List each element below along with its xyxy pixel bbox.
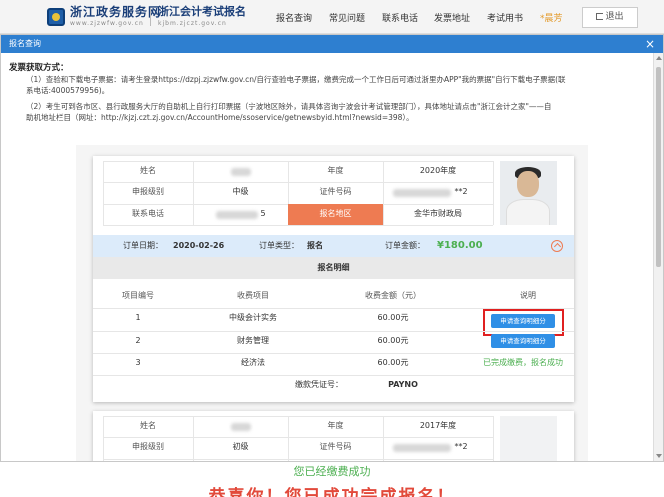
nav-registration-query[interactable]: 报名查询 — [276, 11, 312, 24]
grid-line — [493, 416, 494, 461]
invoice-instruction-1-line2: 系电话:4000579956)。 — [26, 86, 110, 95]
level-value: 初级 — [232, 442, 249, 451]
cert-label: 证件号码 — [319, 442, 352, 451]
cert-label: 证件号码 — [319, 187, 352, 196]
year-value: 2017年度 — [419, 421, 457, 430]
nav-exam-books[interactable]: 考试用书 — [487, 11, 523, 24]
site-title: 浙江政务服务网 — [70, 5, 162, 19]
name-value-redacted — [231, 423, 251, 431]
col-header-item-no: 项目编号 — [122, 291, 154, 300]
voucher-label: 缴款凭证号： — [295, 380, 343, 389]
site-title: 浙江会计考试报名 — [158, 5, 246, 18]
row-status-success: 已完成缴费，报名成功 — [483, 358, 563, 367]
phone-label: 联系电话 — [132, 209, 164, 218]
year-label: 年度 — [327, 166, 344, 175]
logout-icon — [596, 13, 604, 20]
invoice-section-title: 发票获取方式： — [9, 63, 69, 73]
col-header-item: 收费项目 — [237, 291, 269, 300]
payment-success-text: 您已经缴费成功 — [293, 465, 371, 478]
year-label: 年度 — [327, 421, 344, 430]
registration-success-text: 恭喜你！您已成功完成报名！ — [208, 487, 456, 497]
logout-button[interactable]: 退出 — [582, 7, 638, 28]
area-label: 报名地区 — [288, 204, 383, 225]
apply-query-score-button[interactable]: 申请查询明细分 — [491, 334, 555, 348]
site-url: kjbm.zjczt.gov.cn — [158, 20, 227, 27]
row-item-name: 财务管理 — [237, 336, 269, 345]
site-logo-zjzwfw[interactable]: 浙江政务服务网 www.zjzwfw.gov.cn — [70, 6, 161, 30]
voucher-value: PAYNO — [388, 380, 418, 389]
order-amount-label: 订单金额： — [385, 241, 425, 250]
invoice-instruction-1-line1: （1）查验和下载电子票据：请考生登录https://dzpj.zjzwfw.go… — [26, 75, 566, 84]
photo-body — [506, 199, 550, 225]
order-amount-value: ¥180.00 — [437, 240, 483, 251]
site-header: 浙江政务服务网 www.zjzwfw.gov.cn 浙江会计考试报名 kjbm.… — [0, 0, 664, 34]
order-summary-bar[interactable]: 订单日期： 2020-02-26 订单类型： 报名 订单金额： ¥180.00 — [93, 235, 574, 257]
order-date-label: 订单日期： — [123, 241, 163, 250]
emblem-icon — [47, 8, 65, 26]
order-type-value: 报名 — [307, 241, 323, 250]
row-item-no: 3 — [135, 358, 141, 367]
phone-value-tail: 5 — [260, 209, 266, 218]
collapse-chevron-up-icon[interactable] — [551, 240, 563, 252]
level-value: 中级 — [232, 187, 249, 196]
close-icon[interactable]: × — [645, 35, 655, 53]
cert-value-tail: **2 — [454, 187, 468, 196]
row-item-name: 经济法 — [241, 358, 265, 367]
col-header-note: 说明 — [520, 291, 536, 300]
photo-face — [517, 171, 539, 197]
phone-value-redacted — [216, 211, 258, 219]
site-logo-kjbm[interactable]: 浙江会计考试报名 kjbm.zjczt.gov.cn — [158, 6, 246, 30]
applicant-photo — [500, 416, 557, 461]
area-value: 金华市财政局 — [414, 209, 462, 218]
order-date-value: 2020-02-26 — [173, 241, 225, 250]
detail-section-title: 报名明细 — [93, 257, 574, 279]
scrollbar-thumb[interactable] — [656, 67, 661, 267]
level-label: 申报级别 — [132, 442, 164, 451]
row-item-name: 中级会计实务 — [229, 313, 277, 322]
site-url: www.zjzwfw.gov.cn — [70, 20, 144, 27]
scroll-down-icon[interactable] — [656, 454, 662, 458]
scroll-up-icon[interactable] — [656, 56, 662, 60]
nav-invoice-address[interactable]: 发票地址 — [434, 11, 470, 24]
invoice-instruction-1: （1）查验和下载电子票据：请考生登录https://dzpj.zjzwfw.go… — [26, 74, 636, 96]
nav-contact-phone[interactable]: 联系电话 — [382, 11, 418, 24]
grid-line — [103, 459, 493, 460]
row-item-no: 2 — [135, 336, 141, 345]
col-header-amount: 收费金额（元） — [365, 291, 421, 300]
grid-line — [493, 161, 494, 225]
name-label: 姓名 — [140, 166, 156, 175]
registration-record-card: 姓名 年度 2020年度 申报级别 中级 证件号码 **2 联系电话 5 报名地… — [93, 156, 574, 402]
invoice-instruction-2-line1: （2）考生可到各市区、县行政服务大厅的自助机上自行打印票据（宁波地区除外，请具体… — [26, 102, 552, 111]
cert-value-redacted — [393, 189, 451, 197]
registration-record-card: 姓名 年度 2017年度 申报级别 初级 证件号码 **2 — [93, 411, 574, 461]
grid-line — [103, 225, 493, 226]
registration-query-dialog: 报名查询 × 发票获取方式： （1）查验和下载电子票据：请考生登录https:/… — [0, 34, 664, 462]
invoice-instruction-2: （2）考生可到各市区、县行政服务大厅的自助机上自行打印票据（宁波地区除外，请具体… — [26, 101, 636, 123]
order-type-label: 订单类型： — [259, 241, 299, 250]
level-label: 申报级别 — [132, 187, 164, 196]
name-label: 姓名 — [140, 421, 156, 430]
dialog-header: 报名查询 × — [1, 35, 663, 53]
nav-faq[interactable]: 常见问题 — [329, 11, 365, 24]
logout-label: 退出 — [605, 12, 624, 22]
row-amount: 60.00元 — [377, 358, 409, 367]
nav-user-name[interactable]: *晨芳 — [540, 11, 563, 24]
invoice-instruction-2-line2: 助机地址栏目（网址：http://kjzj.czt.zj.gov.cn/Acco… — [26, 113, 414, 122]
dialog-title: 报名查询 — [9, 39, 41, 48]
cert-value-tail: **2 — [454, 442, 468, 451]
year-value: 2020年度 — [419, 166, 457, 175]
dialog-scrollbar[interactable] — [653, 53, 663, 461]
header-divider — [150, 8, 151, 26]
row-amount: 60.00元 — [377, 336, 409, 345]
row-amount: 60.00元 — [377, 313, 409, 322]
name-value-redacted — [231, 168, 251, 176]
applicant-photo — [500, 161, 557, 225]
row-item-no: 1 — [135, 313, 141, 322]
cert-value-redacted — [393, 444, 451, 452]
